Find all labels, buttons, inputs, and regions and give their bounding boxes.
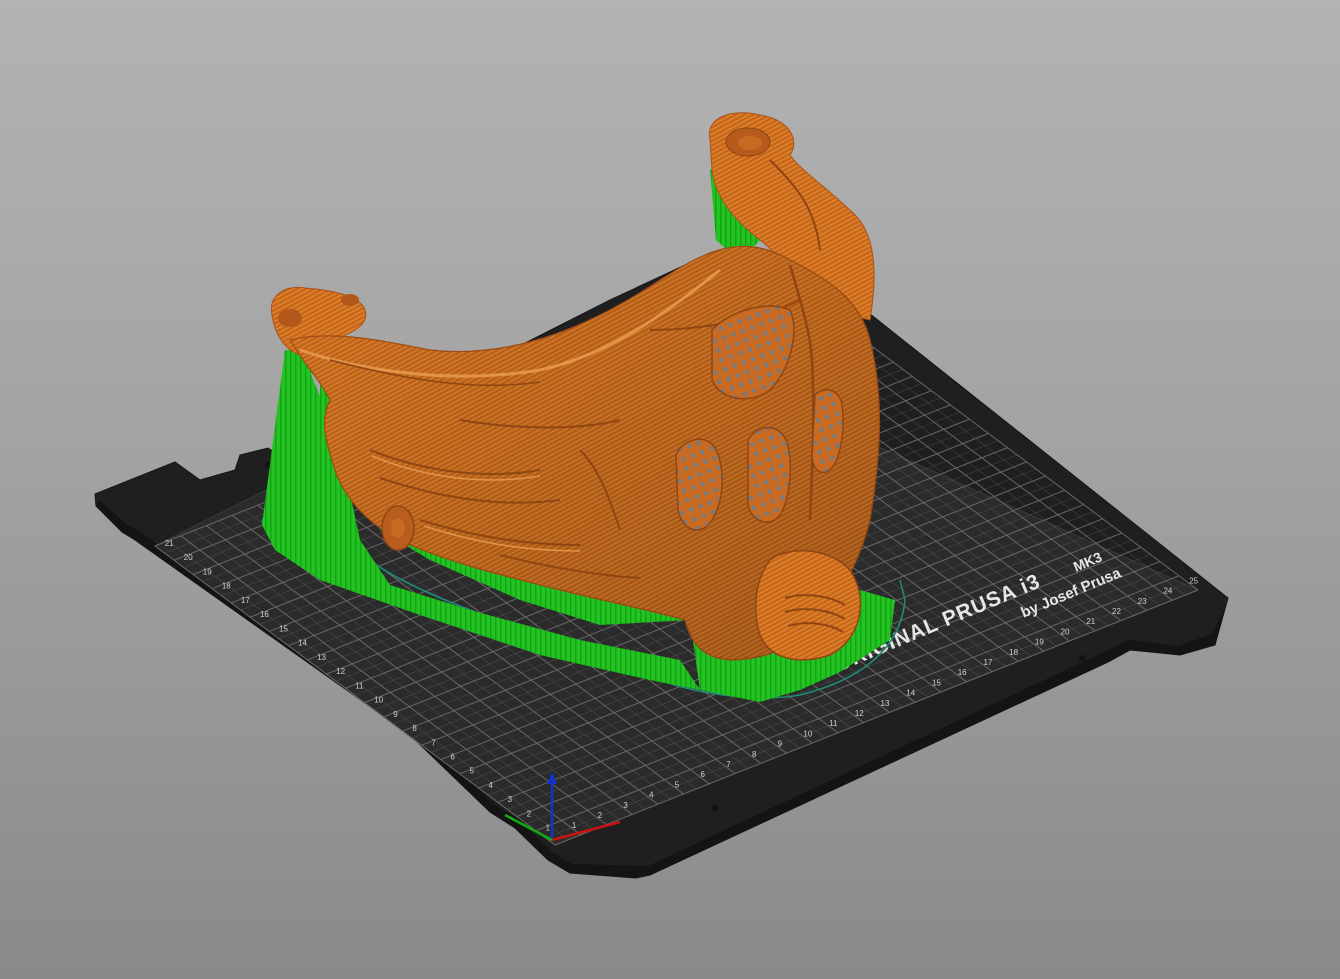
y-tick-label: 16 [260, 610, 269, 619]
x-tick-label: 16 [958, 668, 967, 677]
x-tick-label: 11 [829, 719, 838, 728]
y-tick-label: 13 [317, 653, 326, 662]
x-tick-label: 23 [1138, 597, 1147, 606]
mask-vent-mid [747, 426, 791, 523]
y-tick-label: 5 [469, 767, 474, 776]
y-tick-label: 11 [355, 681, 364, 690]
x-tick-label: 3 [623, 801, 628, 810]
x-tick-label: 14 [906, 689, 915, 698]
y-tick-label: 3 [508, 795, 513, 804]
y-tick-label: 14 [298, 639, 307, 648]
x-tick-label: 24 [1163, 587, 1172, 596]
y-tick-label: 9 [393, 710, 398, 719]
x-tick-label: 2 [598, 811, 603, 820]
y-tick-label: 10 [374, 696, 383, 705]
x-tick-label: 6 [701, 770, 706, 779]
y-tick-label: 20 [184, 553, 193, 562]
y-tick-label: 8 [412, 724, 417, 733]
x-tick-label: 4 [649, 791, 654, 800]
x-tick-label: 1 [572, 821, 577, 830]
y-tick-label: 21 [165, 539, 174, 548]
y-tick-label: 12 [336, 667, 345, 676]
x-tick-label: 22 [1112, 607, 1121, 616]
x-tick-label: 7 [726, 760, 731, 769]
x-tick-label: 9 [778, 740, 783, 749]
x-tick-label: 20 [1061, 627, 1070, 636]
y-tick-label: 7 [431, 738, 436, 747]
x-tick-label: 15 [932, 678, 941, 687]
x-tick-label: 21 [1086, 617, 1095, 626]
x-tick-label: 13 [881, 699, 890, 708]
y-tick-label: 4 [489, 781, 494, 790]
3d-viewport[interactable]: 1 2 3 4 5 6 7 8 9 10 11 12 13 14 15 16 17 18 19 20 21 22 23 24 2… [0, 0, 1340, 979]
y-tick-label: 17 [241, 596, 250, 605]
x-tick-label: 19 [1035, 638, 1044, 647]
x-tick-label: 10 [803, 729, 812, 738]
y-tick-label: 19 [203, 567, 212, 576]
y-tick-label: 2 [527, 809, 532, 818]
x-tick-label: 8 [752, 750, 757, 759]
y-tick-label: 18 [222, 582, 231, 591]
y-tick-label: 1 [546, 824, 551, 833]
x-tick-label: 5 [675, 780, 680, 789]
preview-scene[interactable]: 1234567891011121314151617181920212223242… [0, 0, 1340, 979]
x-tick-label: 18 [1009, 648, 1018, 657]
x-tick-label: 12 [855, 709, 864, 718]
y-tick-label: 6 [450, 753, 455, 762]
x-tick-label: 17 [983, 658, 992, 667]
y-tick-label: 15 [279, 624, 288, 633]
x-tick-label: 25 [1189, 576, 1198, 585]
